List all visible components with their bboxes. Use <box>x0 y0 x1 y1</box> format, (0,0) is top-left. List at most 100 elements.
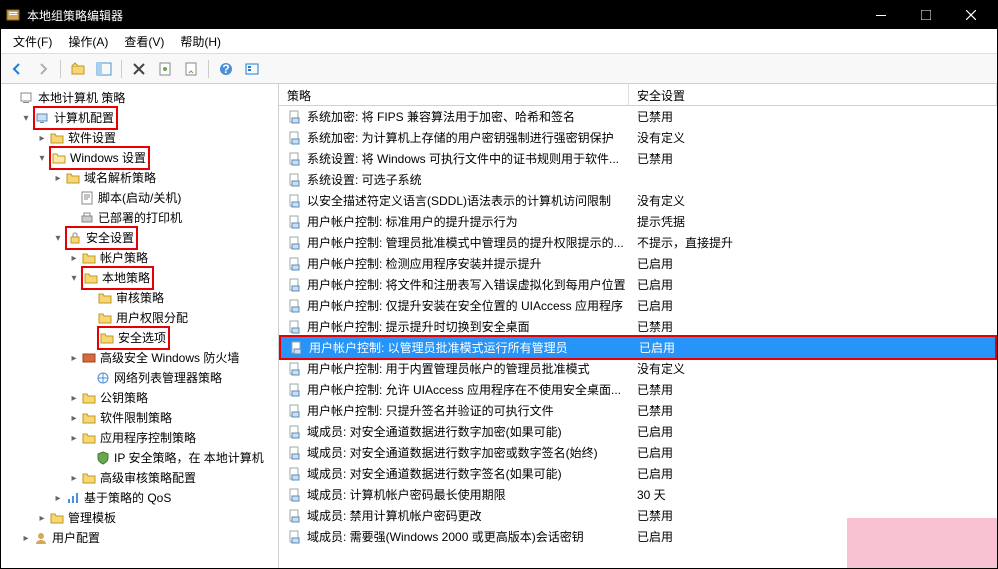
policy-row[interactable]: 用户帐户控制: 提示提升时切换到安全桌面已禁用 <box>279 316 997 337</box>
network-icon <box>95 370 111 386</box>
expand-icon[interactable]: ▾ <box>35 153 49 164</box>
folder-icon <box>65 170 81 186</box>
tree-root[interactable]: 本地计算机 策略 <box>1 88 278 108</box>
computer-icon <box>19 90 35 106</box>
folder-icon <box>81 470 97 486</box>
menu-help[interactable]: 帮助(H) <box>172 30 229 53</box>
column-policy[interactable]: 策略 <box>279 84 629 105</box>
show-hide-tree-button[interactable] <box>92 57 116 81</box>
policy-value: 已启用 <box>637 255 997 272</box>
policy-icon <box>287 193 303 209</box>
policy-value: 没有定义 <box>637 360 997 377</box>
policy-name: 系统加密: 将 FIPS 兼容算法用于加密、哈希和签名 <box>307 108 637 125</box>
policy-row[interactable]: 系统设置: 将 Windows 可执行文件中的证书规则用于软件...已禁用 <box>279 148 997 169</box>
policy-row[interactable]: 用户帐户控制: 用于内置管理员帐户的管理员批准模式没有定义 <box>279 358 997 379</box>
tree-computer-config[interactable]: ▾ 计算机配置 <box>1 108 278 128</box>
tree-advanced-audit[interactable]: ▸ 高级审核策略配置 <box>1 468 278 488</box>
tree-app-control[interactable]: ▸ 应用程序控制策略 <box>1 428 278 448</box>
policy-name: 用户帐户控制: 标准用户的提升提示行为 <box>307 213 637 230</box>
policy-row[interactable]: 用户帐户控制: 将文件和注册表写入错误虚拟化到每用户位置已启用 <box>279 274 997 295</box>
policy-value: 30 天 <box>637 486 997 503</box>
policy-icon <box>289 340 305 356</box>
policy-row[interactable]: 系统加密: 将 FIPS 兼容算法用于加密、哈希和签名已禁用 <box>279 106 997 127</box>
policy-icon <box>287 445 303 461</box>
column-setting[interactable]: 安全设置 <box>629 84 997 105</box>
policy-name: 域成员: 禁用计算机帐户密码更改 <box>307 507 637 524</box>
policy-value: 没有定义 <box>637 192 997 209</box>
help-button[interactable]: ? <box>214 57 238 81</box>
tree-user-rights[interactable]: 用户权限分配 <box>1 308 278 328</box>
up-button[interactable] <box>66 57 90 81</box>
policy-value: 已禁用 <box>637 381 997 398</box>
tree-dns[interactable]: ▸ 域名解析策略 <box>1 168 278 188</box>
delete-button[interactable] <box>127 57 151 81</box>
tree-qos[interactable]: ▸ 基于策略的 QoS <box>1 488 278 508</box>
minimize-button[interactable] <box>858 1 903 29</box>
tree-windows-settings[interactable]: ▾ Windows 设置 <box>1 148 278 168</box>
policy-icon <box>287 298 303 314</box>
tree-printers[interactable]: 已部署的打印机 <box>1 208 278 228</box>
tree-audit[interactable]: 审核策略 <box>1 288 278 308</box>
policy-row[interactable]: 用户帐户控制: 仅提升安装在安全位置的 UIAccess 应用程序已启用 <box>279 295 997 316</box>
policy-row[interactable]: 域成员: 对安全通道数据进行数字加密或数字签名(始终)已启用 <box>279 442 997 463</box>
policy-row[interactable]: 域成员: 对安全通道数据进行数字加密(如果可能)已启用 <box>279 421 997 442</box>
policy-icon <box>287 382 303 398</box>
tree-ip-security[interactable]: IP 安全策略，在 本地计算机 <box>1 448 278 468</box>
policy-value: 已启用 <box>637 465 997 482</box>
tree-security-settings[interactable]: ▾ 安全设置 <box>1 228 278 248</box>
policy-row[interactable]: 用户帐户控制: 只提升签名并验证的可执行文件已禁用 <box>279 400 997 421</box>
tree-software-restriction[interactable]: ▸ 软件限制策略 <box>1 408 278 428</box>
policy-row[interactable]: 用户帐户控制: 允许 UIAccess 应用程序在不使用安全桌面...已禁用 <box>279 379 997 400</box>
policy-row[interactable]: 域成员: 计算机帐户密码最长使用期限30 天 <box>279 484 997 505</box>
expand-icon[interactable]: ▾ <box>19 113 33 124</box>
main-area: 本地计算机 策略 ▾ 计算机配置 ▸ 软件设置 ▾ Windows 设置 ▸ 域… <box>1 84 997 568</box>
tree-public-key[interactable]: ▸ 公钥策略 <box>1 388 278 408</box>
close-button[interactable] <box>948 1 993 29</box>
list-pane[interactable]: 策略 安全设置 系统加密: 将 FIPS 兼容算法用于加密、哈希和签名已禁用系统… <box>279 84 997 568</box>
tree-account-policies[interactable]: ▸ 帐户策略 <box>1 248 278 268</box>
tree-nlm[interactable]: 网络列表管理器策略 <box>1 368 278 388</box>
tree-software-settings[interactable]: ▸ 软件设置 <box>1 128 278 148</box>
filter-button[interactable] <box>240 57 264 81</box>
tree-local-policies[interactable]: ▾ 本地策略 <box>1 268 278 288</box>
folder-lock-icon <box>97 310 113 326</box>
policy-row[interactable]: 用户帐户控制: 管理员批准模式中管理员的提升权限提示的...不提示，直接提升 <box>279 232 997 253</box>
policy-name: 系统设置: 可选子系统 <box>307 171 637 188</box>
tree-pane[interactable]: 本地计算机 策略 ▾ 计算机配置 ▸ 软件设置 ▾ Windows 设置 ▸ 域… <box>1 84 279 568</box>
menu-file[interactable]: 文件(F) <box>5 30 60 53</box>
policy-row[interactable]: 域成员: 对安全通道数据进行数字签名(如果可能)已启用 <box>279 463 997 484</box>
policy-icon <box>287 172 303 188</box>
policy-row[interactable]: 用户帐户控制: 检测应用程序安装并提示提升已启用 <box>279 253 997 274</box>
tree-firewall[interactable]: ▸ 高级安全 Windows 防火墙 <box>1 348 278 368</box>
back-button[interactable] <box>5 57 29 81</box>
folder-icon <box>49 510 65 526</box>
tree-user-config[interactable]: ▸ 用户配置 <box>1 528 278 548</box>
menu-view[interactable]: 查看(V) <box>116 30 172 53</box>
script-icon <box>79 190 95 206</box>
policy-name: 用户帐户控制: 将文件和注册表写入错误虚拟化到每用户位置 <box>307 276 637 293</box>
policy-icon <box>287 277 303 293</box>
menu-action[interactable]: 操作(A) <box>60 30 116 53</box>
policy-name: 用户帐户控制: 检测应用程序安装并提示提升 <box>307 255 637 272</box>
tree-scripts[interactable]: 脚本(启动/关机) <box>1 188 278 208</box>
policy-row[interactable]: 以安全描述符定义语言(SDDL)语法表示的计算机访问限制没有定义 <box>279 190 997 211</box>
folder-open-icon <box>51 150 67 166</box>
policy-value: 已禁用 <box>637 108 997 125</box>
tree-admin-templates[interactable]: ▸ 管理模板 <box>1 508 278 528</box>
computer-icon <box>35 110 51 126</box>
policy-row[interactable]: 系统设置: 可选子系统 <box>279 169 997 190</box>
policy-name: 用户帐户控制: 管理员批准模式中管理员的提升权限提示的... <box>307 234 637 251</box>
expand-icon[interactable]: ▸ <box>35 133 49 144</box>
policy-name: 用户帐户控制: 仅提升安装在安全位置的 UIAccess 应用程序 <box>307 297 637 314</box>
export-button[interactable] <box>179 57 203 81</box>
printer-icon <box>79 210 95 226</box>
maximize-button[interactable] <box>903 1 948 29</box>
policy-name: 以安全描述符定义语言(SDDL)语法表示的计算机访问限制 <box>307 192 637 209</box>
tree-security-options[interactable]: 安全选项 <box>1 328 278 348</box>
forward-button[interactable] <box>31 57 55 81</box>
properties-button[interactable] <box>153 57 177 81</box>
policy-row[interactable]: 系统加密: 为计算机上存储的用户密钥强制进行强密钥保护没有定义 <box>279 127 997 148</box>
policy-row[interactable]: 用户帐户控制: 标准用户的提升提示行为提示凭据 <box>279 211 997 232</box>
policy-row[interactable]: 用户帐户控制: 以管理员批准模式运行所有管理员已启用 <box>279 335 997 360</box>
policy-name: 用户帐户控制: 用于内置管理员帐户的管理员批准模式 <box>307 360 637 377</box>
